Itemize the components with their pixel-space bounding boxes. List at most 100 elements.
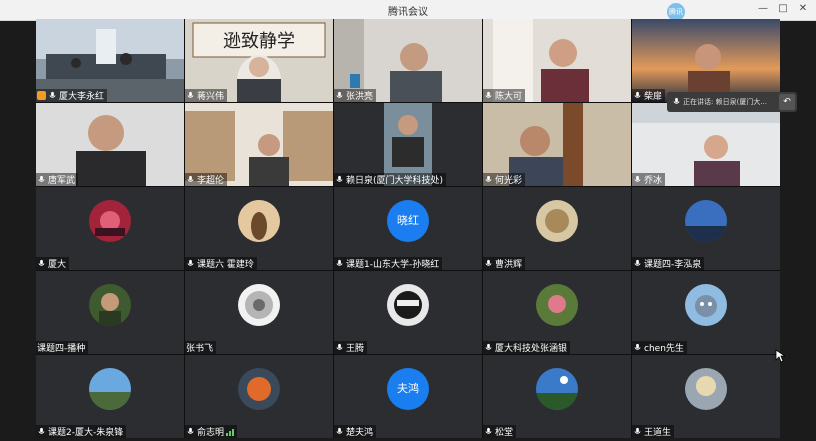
title-bar: 腾讯会议 腾讯 — □ ✕ bbox=[0, 0, 816, 21]
mic-icon bbox=[336, 343, 343, 350]
participant-tile[interactable]: 课题六 霍建玲 bbox=[185, 187, 333, 270]
close-button[interactable]: ✕ bbox=[796, 2, 810, 16]
mic-icon bbox=[485, 91, 492, 98]
avatar bbox=[685, 368, 727, 410]
participant-name: 课题六 霍建玲 bbox=[197, 260, 254, 270]
participant-tile[interactable]: 乔冰 bbox=[632, 103, 780, 186]
participant-name: 张洪亮 bbox=[346, 92, 374, 102]
participant-name: 厦大李永红 bbox=[59, 92, 105, 102]
participant-name: 厦大 bbox=[48, 260, 67, 270]
participant-tile[interactable]: 厦大李永红 bbox=[36, 19, 184, 102]
participant-tile[interactable]: 俞志明 bbox=[185, 355, 333, 438]
participant-tile[interactable]: 课题2-厦大-朱泉锋 bbox=[36, 355, 184, 438]
mic-icon bbox=[634, 259, 641, 266]
participant-tile[interactable]: 夫鸿 楚夫鸿 bbox=[334, 355, 482, 438]
participant-tile[interactable]: 赖日泉(厦门大学科技处) bbox=[334, 103, 482, 186]
participant-name: 蒋兴伟 bbox=[197, 92, 225, 102]
participant-tile[interactable]: 唐军武 bbox=[36, 103, 184, 186]
participant-name: 何光彩 bbox=[495, 176, 523, 186]
avatar bbox=[536, 284, 578, 326]
participant-name: 楚夫鸿 bbox=[346, 428, 374, 438]
avatar bbox=[238, 284, 280, 326]
participant-name: 曹洪辉 bbox=[495, 260, 523, 270]
mic-icon bbox=[485, 427, 492, 434]
participant-tile[interactable]: 课题四-李泓泉 bbox=[632, 187, 780, 270]
mouse-cursor-icon bbox=[775, 349, 785, 363]
avatar bbox=[387, 284, 429, 326]
participant-name: 王道生 bbox=[644, 428, 672, 438]
participant-tile[interactable]: 曹洪辉 bbox=[483, 187, 631, 270]
speaking-text: 正在讲话: 赖日泉(厦门大... bbox=[683, 98, 767, 106]
mic-icon bbox=[38, 427, 45, 434]
maximize-button[interactable]: □ bbox=[776, 2, 790, 16]
participant-name: 柴扉 bbox=[644, 92, 663, 102]
collapse-button[interactable]: ↶ bbox=[779, 94, 795, 110]
avatar bbox=[536, 368, 578, 410]
avatar bbox=[89, 200, 131, 242]
participant-tile[interactable]: 陈大可 bbox=[483, 19, 631, 102]
mic-icon bbox=[38, 175, 45, 182]
avatar: 晓红 bbox=[387, 200, 429, 242]
mic-icon bbox=[187, 427, 194, 434]
window-title: 腾讯会议 bbox=[388, 7, 428, 18]
participant-name: 李超伦 bbox=[197, 176, 225, 186]
minimize-button[interactable]: — bbox=[756, 2, 770, 16]
participant-tile[interactable]: 松堂 bbox=[483, 355, 631, 438]
participant-tile[interactable]: 逊致静学 蒋兴伟 bbox=[185, 19, 333, 102]
mic-icon bbox=[187, 91, 194, 98]
avatar bbox=[685, 284, 727, 326]
participant-name: 陈大可 bbox=[495, 92, 523, 102]
mic-icon bbox=[187, 175, 194, 182]
participant-name: 松堂 bbox=[495, 428, 514, 438]
participant-name: 课题2-厦大-朱泉锋 bbox=[48, 428, 124, 438]
participant-tile[interactable]: 柴扉 bbox=[632, 19, 780, 102]
avatar bbox=[238, 200, 280, 242]
mic-icon bbox=[485, 259, 492, 266]
mic-icon bbox=[485, 175, 492, 182]
participant-tile[interactable]: 何光彩 bbox=[483, 103, 631, 186]
mic-icon bbox=[634, 175, 641, 182]
participant-name: chen先生 bbox=[644, 344, 684, 354]
signal-icon bbox=[226, 428, 235, 436]
participant-name: 唐军武 bbox=[48, 176, 76, 186]
participant-tile[interactable]: chen先生 bbox=[632, 271, 780, 354]
mic-icon bbox=[187, 259, 194, 266]
avatar bbox=[536, 200, 578, 242]
participant-name: 课题1-山东大学-孙晓红 bbox=[346, 260, 440, 270]
participant-tile[interactable]: 晓红 课题1-山东大学-孙晓红 bbox=[334, 187, 482, 270]
avatar: 夫鸿 bbox=[387, 368, 429, 410]
mic-icon bbox=[336, 91, 343, 98]
participant-name: 赖日泉(厦门大学科技处) bbox=[346, 176, 444, 186]
mic-icon bbox=[336, 259, 343, 266]
participant-tile[interactable]: 张书飞 bbox=[185, 271, 333, 354]
participant-name: 课题四-李泓泉 bbox=[644, 260, 702, 270]
svg-text:逊致静学: 逊致静学 bbox=[223, 31, 295, 52]
participant-tile[interactable]: 王腾 bbox=[334, 271, 482, 354]
avatar bbox=[89, 284, 131, 326]
avatar bbox=[685, 200, 727, 242]
avatar bbox=[89, 368, 131, 410]
mic-icon bbox=[634, 343, 641, 350]
mic-icon bbox=[336, 427, 343, 434]
participant-name: 王腾 bbox=[346, 344, 365, 354]
mic-icon bbox=[673, 97, 680, 104]
participant-tile[interactable]: 厦大 bbox=[36, 187, 184, 270]
participant-name: 乔冰 bbox=[644, 176, 663, 186]
mic-icon bbox=[634, 91, 641, 98]
mic-icon bbox=[336, 175, 343, 182]
participant-tile[interactable]: 张洪亮 bbox=[334, 19, 482, 102]
participant-name: 课题四-播种 bbox=[37, 344, 86, 354]
participant-name: 厦大科技处张涵银 bbox=[495, 344, 568, 354]
host-badge-icon bbox=[37, 91, 46, 100]
mic-icon bbox=[634, 427, 641, 434]
speaking-indicator: 正在讲话: 赖日泉(厦门大... ↶ bbox=[667, 92, 797, 112]
participant-grid: 厦大李永红 逊致静学 蒋兴伟 张洪亮 陈大可 柴扉 唐军武 李超伦 赖日泉(厦门… bbox=[36, 19, 780, 438]
mic-icon bbox=[38, 259, 45, 266]
avatar bbox=[238, 368, 280, 410]
participant-tile[interactable]: 厦大科技处张涵银 bbox=[483, 271, 631, 354]
participant-tile[interactable]: 李超伦 bbox=[185, 103, 333, 186]
participant-tile[interactable]: 课题四-播种 bbox=[36, 271, 184, 354]
participant-name: 俞志明 bbox=[197, 428, 225, 438]
mic-icon bbox=[485, 343, 492, 350]
participant-tile[interactable]: 王道生 bbox=[632, 355, 780, 438]
